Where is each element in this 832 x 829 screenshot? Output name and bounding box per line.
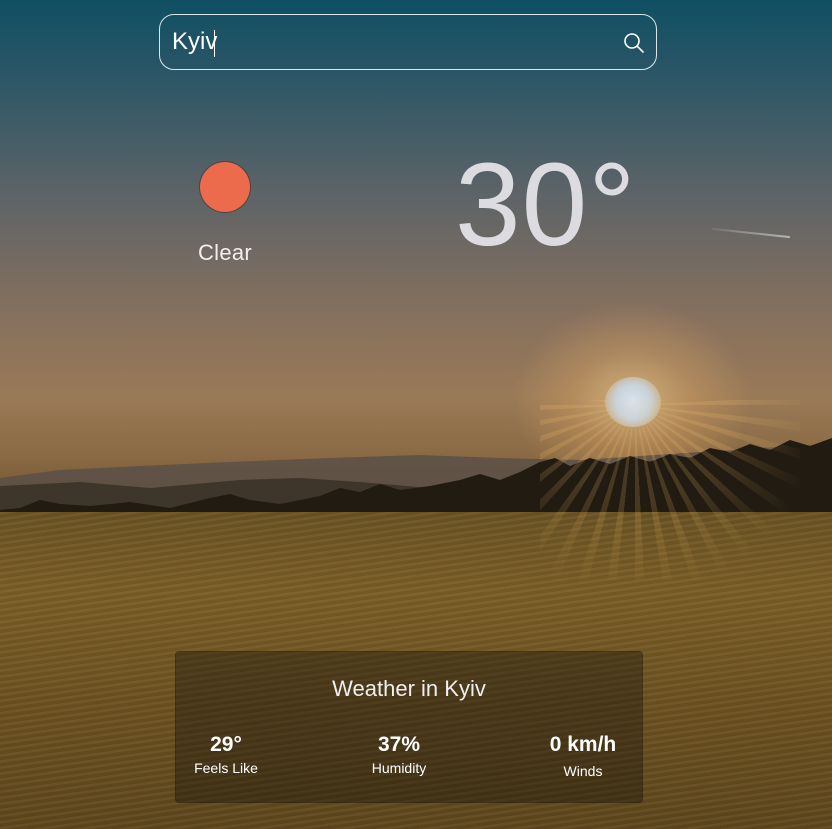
wind-label: Winds — [563, 763, 603, 779]
wind-stat: 0 km/h Winds — [518, 732, 648, 780]
search-icon[interactable] — [622, 31, 646, 55]
condition-label: Clear — [197, 240, 253, 265]
weather-details-panel: Weather in Kyiv 29° Feels Like 37% Humid… — [175, 651, 643, 803]
feels-like-value: 29° — [210, 733, 242, 756]
details-title: Weather in Kyiv — [332, 676, 486, 701]
wind-value: 0 km/h — [549, 733, 617, 756]
feels-like-label: Feels Like — [194, 760, 258, 776]
sun-rays — [540, 400, 800, 580]
humidity-value: 37% — [377, 733, 421, 756]
current-temperature: 30° — [455, 139, 637, 271]
humidity-stat: 37% Humidity — [334, 732, 464, 777]
humidity-label: Humidity — [371, 760, 427, 776]
feels-like-stat: 29° Feels Like — [161, 732, 291, 777]
search-bar[interactable] — [159, 14, 657, 70]
text-caret — [214, 30, 215, 57]
search-input[interactable] — [172, 15, 612, 69]
weather-app: Clear 30° Weather in Kyiv 29° Feels Like… — [0, 0, 832, 829]
sun-icon — [200, 162, 250, 212]
